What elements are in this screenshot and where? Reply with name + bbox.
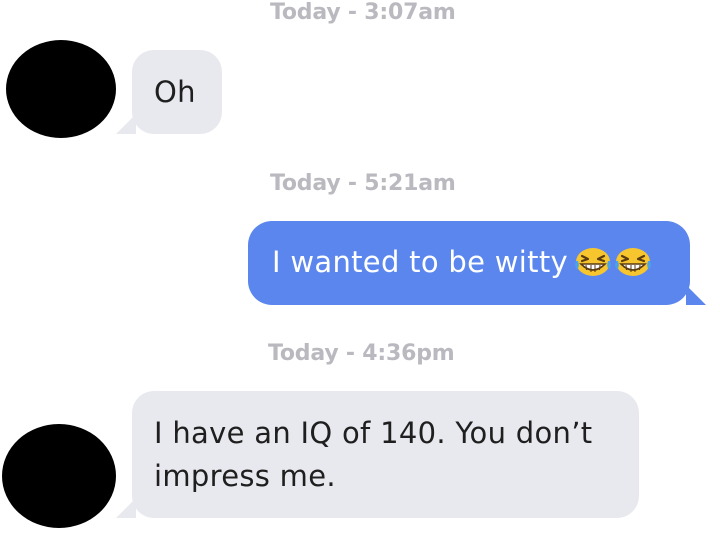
- grinning-squinting-face-icon: [575, 248, 611, 276]
- bubble-tail: [116, 114, 136, 134]
- timestamp: Today - 4:36pm: [268, 341, 455, 366]
- message-bubble-incoming[interactable]: I have an IQ of 140. You don’t impress m…: [116, 391, 639, 518]
- message-text-line: I have an IQ of 140. You don’t: [154, 416, 593, 450]
- bubble-tail: [686, 285, 706, 305]
- bubble-tail: [116, 498, 136, 518]
- message-text: I wanted to be witty: [272, 245, 568, 279]
- grinning-squinting-face-icon: [615, 248, 651, 276]
- avatar[interactable]: [2, 424, 116, 528]
- message-bubble-outgoing[interactable]: I wanted to be witty: [248, 221, 706, 305]
- avatar[interactable]: [6, 40, 116, 138]
- message-bubble-incoming[interactable]: Oh: [116, 50, 222, 134]
- timestamp: Today - 5:21am: [270, 171, 456, 196]
- message-thread: Today - 3:07am Oh Today - 5:21am I wante…: [0, 0, 720, 535]
- message-text-line: impress me.: [154, 459, 336, 493]
- message-text: Oh: [154, 75, 196, 109]
- timestamp: Today - 3:07am: [270, 0, 456, 25]
